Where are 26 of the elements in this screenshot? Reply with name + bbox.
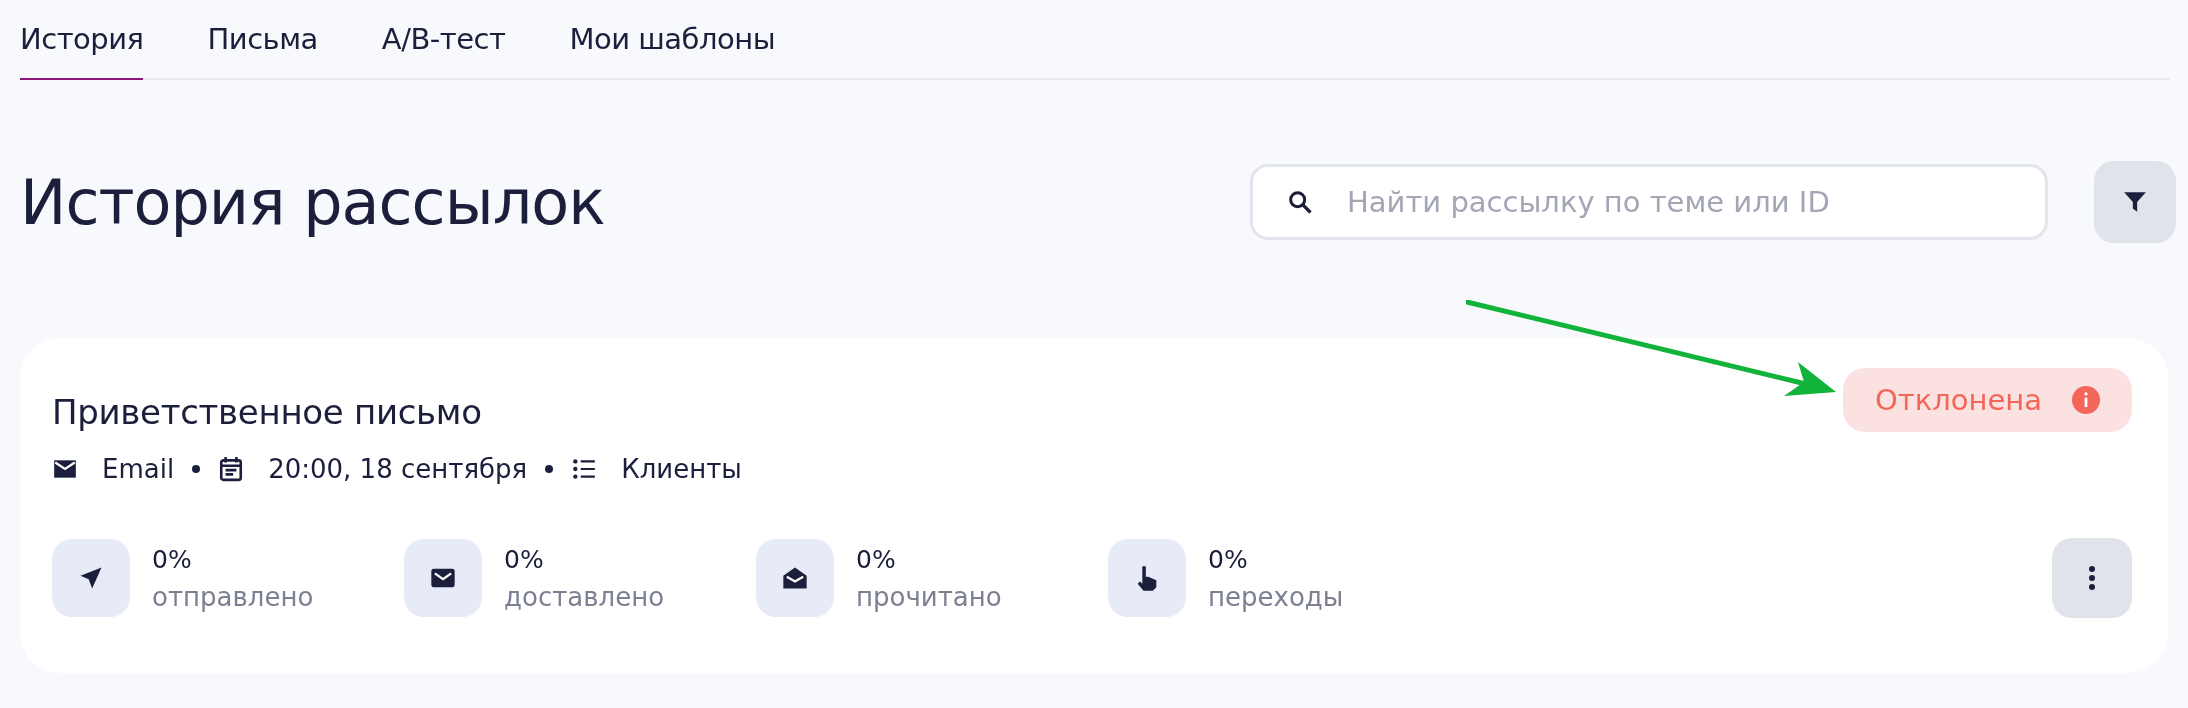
tab[interactable]: История <box>20 0 144 80</box>
calendar-icon <box>218 456 245 482</box>
stat-label: прочитано <box>856 581 1002 612</box>
stat-value: 0% <box>856 544 897 574</box>
tab[interactable]: A/B-тест <box>381 0 506 80</box>
separator-dot <box>192 465 201 473</box>
campaign-title: Приветственное письмо <box>52 392 482 432</box>
stat-value: 0% <box>504 544 545 574</box>
page-title: История рассылок <box>20 165 606 239</box>
stat-value: 0% <box>1208 544 1249 574</box>
meta-text: 20:00, 18 сентября <box>268 454 528 484</box>
stat-value: 0% <box>152 544 193 574</box>
stat-label: доставлено <box>504 581 665 612</box>
tab[interactable]: Письма <box>207 0 318 80</box>
separator-dot <box>545 465 554 473</box>
info-icon[interactable] <box>2072 386 2100 414</box>
tab[interactable]: Мои шаблоны <box>569 0 776 80</box>
more-icon <box>2088 565 2096 591</box>
meta-text: Клиенты <box>621 454 742 484</box>
filter-button[interactable] <box>2094 161 2176 243</box>
search-field[interactable]: Найти рассылку по теме или ID <box>1250 164 2048 240</box>
list-icon <box>571 456 598 482</box>
stat-label: переходы <box>1208 581 1344 612</box>
stat-label: отправлено <box>152 581 314 612</box>
status-label: Отклонена <box>1874 383 2042 417</box>
meta-text: Email <box>102 454 175 484</box>
